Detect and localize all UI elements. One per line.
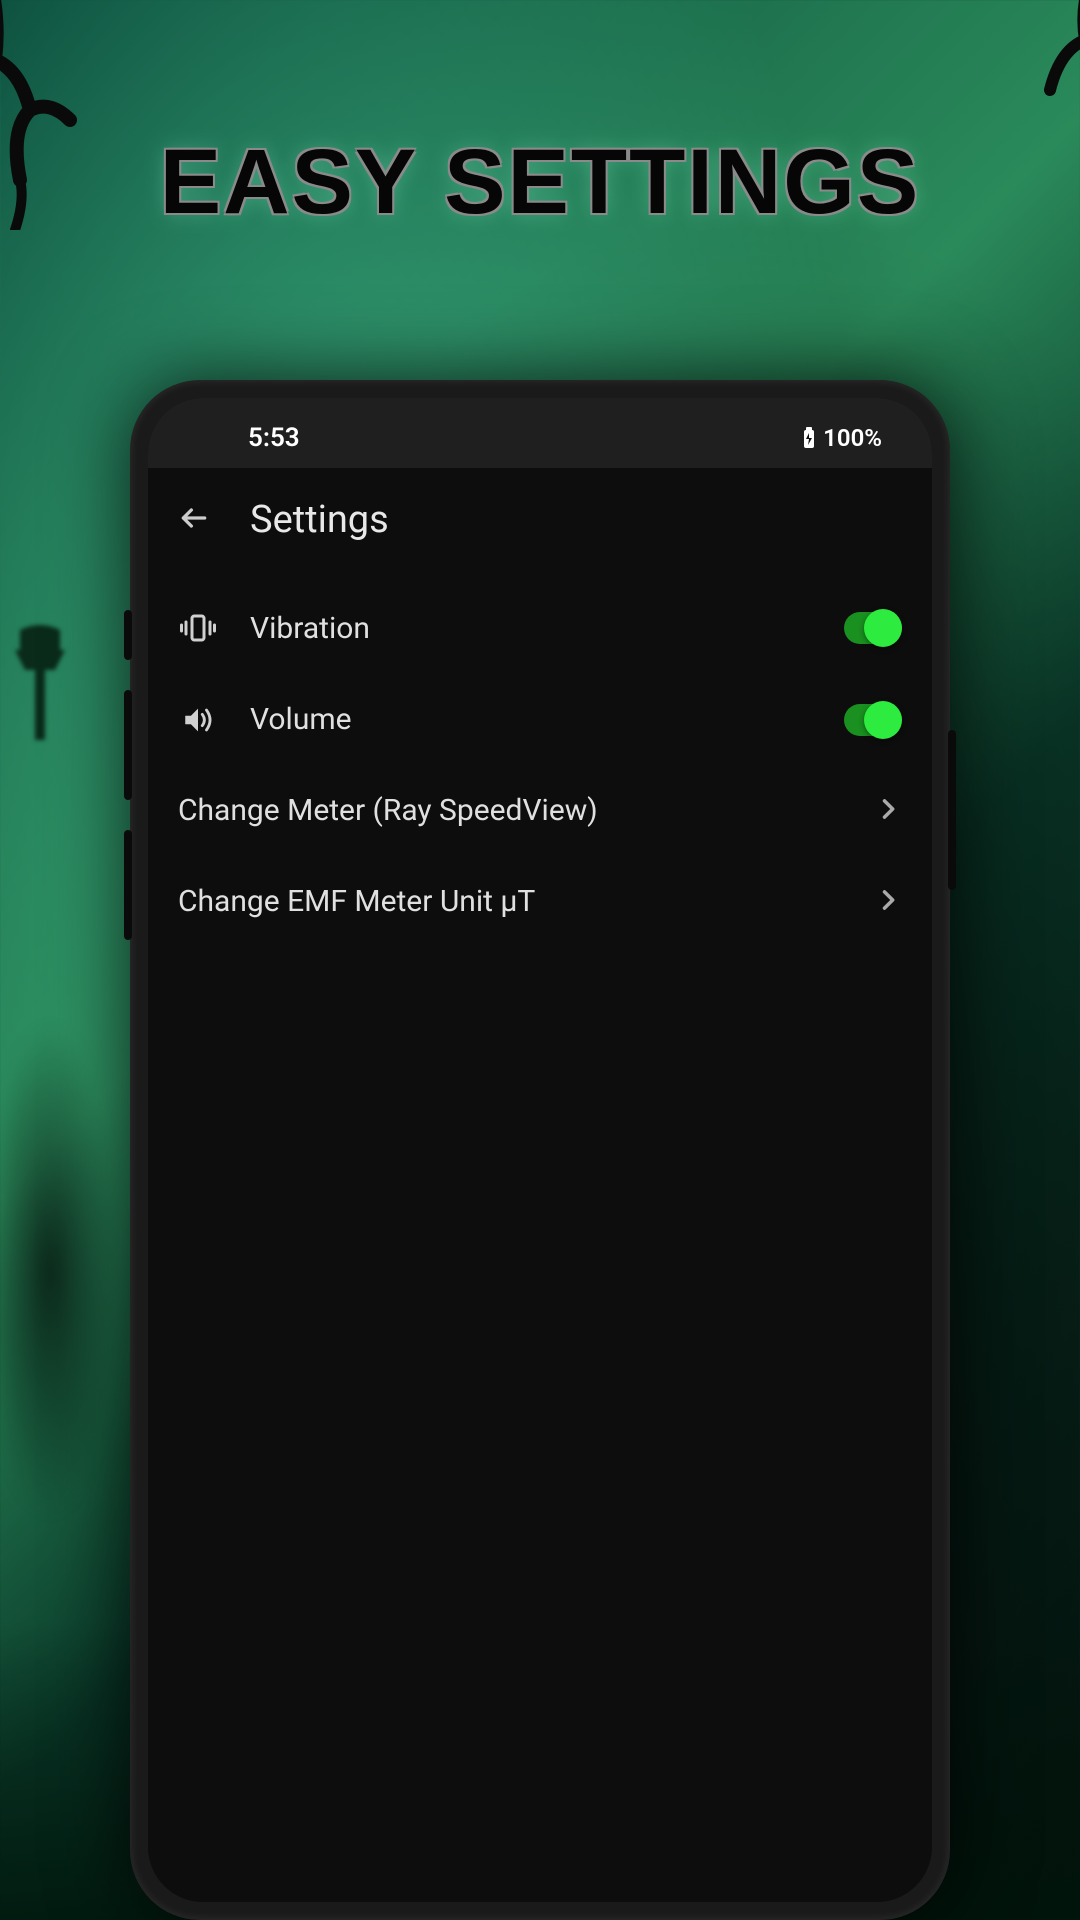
back-arrow-icon[interactable] xyxy=(178,502,210,538)
toggle-vibration[interactable] xyxy=(844,612,902,644)
decorative-shadow-figure xyxy=(0,1020,120,1520)
setting-label-volume: Volume xyxy=(250,702,812,737)
setting-row-volume[interactable]: Volume xyxy=(178,674,902,765)
decorative-branch-left xyxy=(0,0,170,230)
phone-volume-down-button xyxy=(124,830,132,940)
app-header: Settings xyxy=(148,468,932,562)
battery-percentage: 100% xyxy=(823,424,882,452)
settings-list: Vibration Volume xyxy=(148,562,932,967)
decorative-branch-right xyxy=(930,0,1080,180)
setting-row-change-emf-unit[interactable]: Change EMF Meter Unit µT xyxy=(178,856,902,947)
promo-title: EASY SETTINGS xyxy=(160,130,920,235)
setting-label-change-emf-unit: Change EMF Meter Unit µT xyxy=(178,884,842,919)
setting-label-vibration: Vibration xyxy=(250,611,812,646)
setting-label-change-meter: Change Meter (Ray SpeedView) xyxy=(178,793,842,828)
vibration-icon xyxy=(178,610,218,646)
toggle-volume[interactable] xyxy=(844,704,902,736)
status-bar: 5:53 100% xyxy=(148,398,932,468)
chevron-right-icon xyxy=(874,795,902,827)
phone-power-button xyxy=(948,730,956,890)
phone-volume-up-button xyxy=(124,690,132,800)
decorative-lamp-post xyxy=(5,620,75,740)
status-battery: 100% xyxy=(801,424,882,452)
setting-row-change-meter[interactable]: Change Meter (Ray SpeedView) xyxy=(178,765,902,856)
battery-charging-icon xyxy=(801,427,817,449)
phone-mockup-frame: 5:53 100% Settings xyxy=(130,380,950,1920)
setting-row-vibration[interactable]: Vibration xyxy=(178,582,902,674)
status-time: 5:53 xyxy=(248,423,300,453)
chevron-right-icon xyxy=(874,886,902,918)
toggle-thumb xyxy=(864,701,902,739)
volume-icon xyxy=(178,703,218,737)
phone-side-button xyxy=(124,610,132,660)
toggle-thumb xyxy=(864,609,902,647)
page-title: Settings xyxy=(250,498,389,542)
phone-screen: 5:53 100% Settings xyxy=(148,398,932,1902)
